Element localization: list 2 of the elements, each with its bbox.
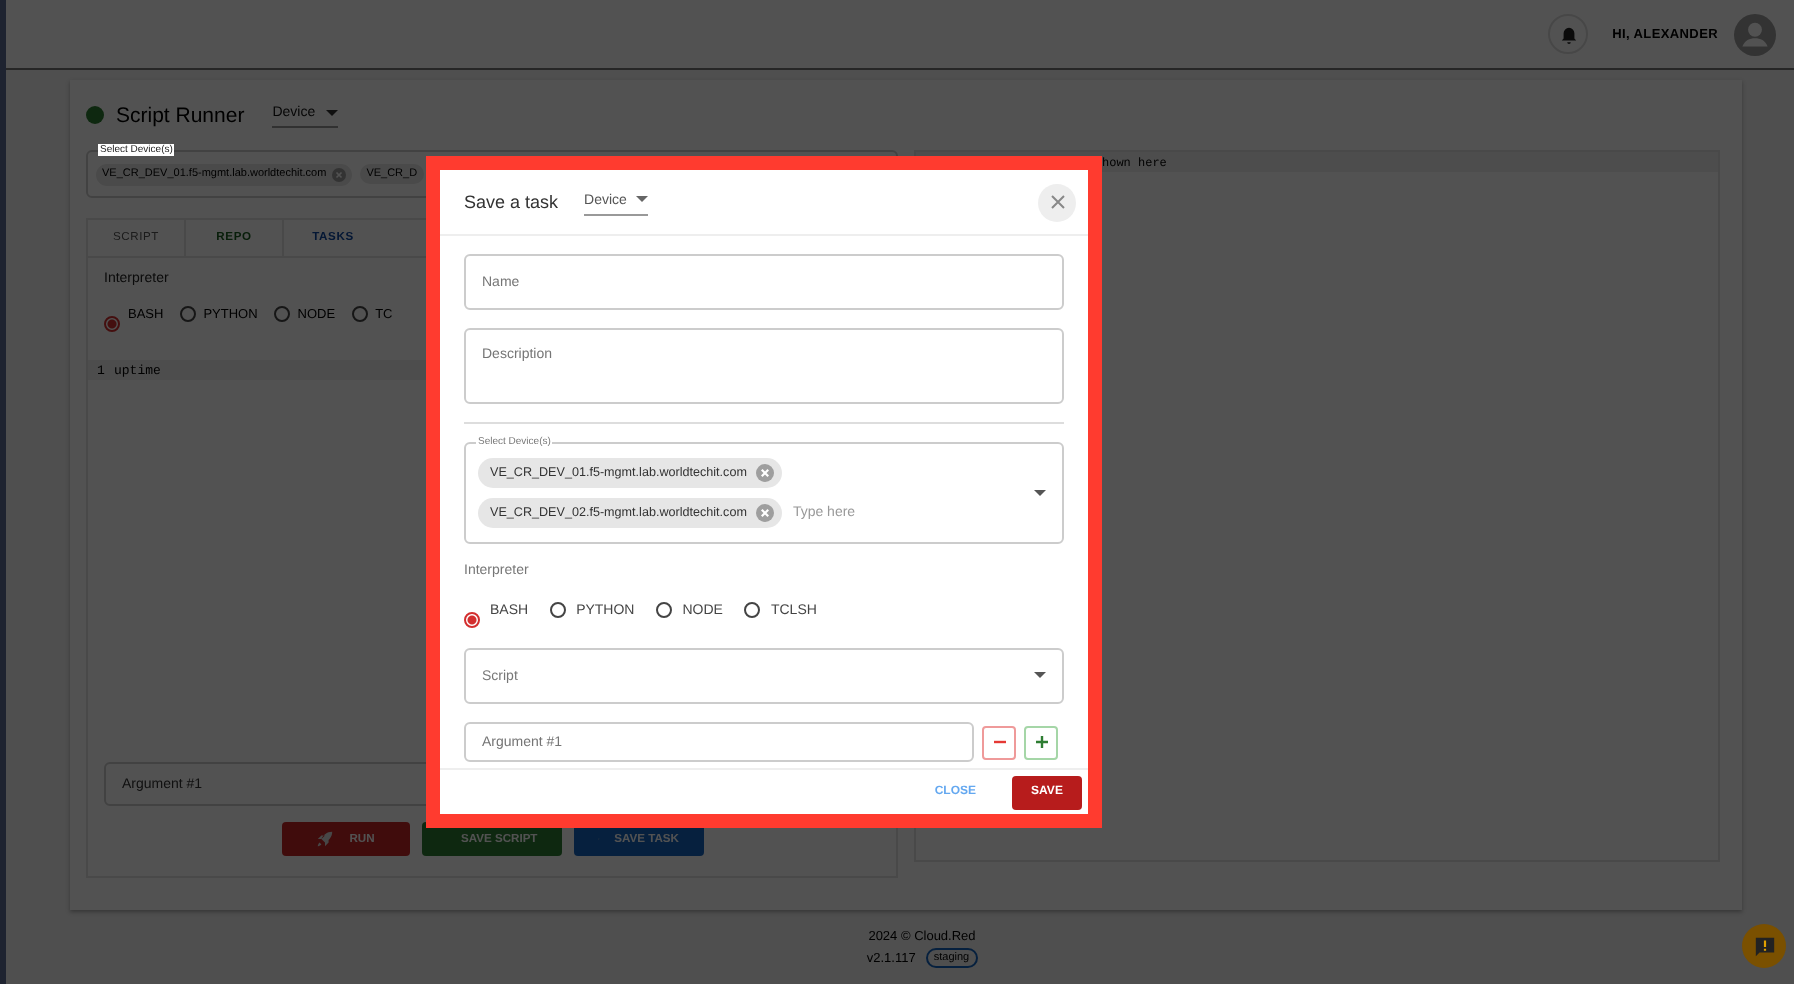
dialog-title: Save a task [464,192,559,212]
page-title: Script Runner [116,103,245,127]
